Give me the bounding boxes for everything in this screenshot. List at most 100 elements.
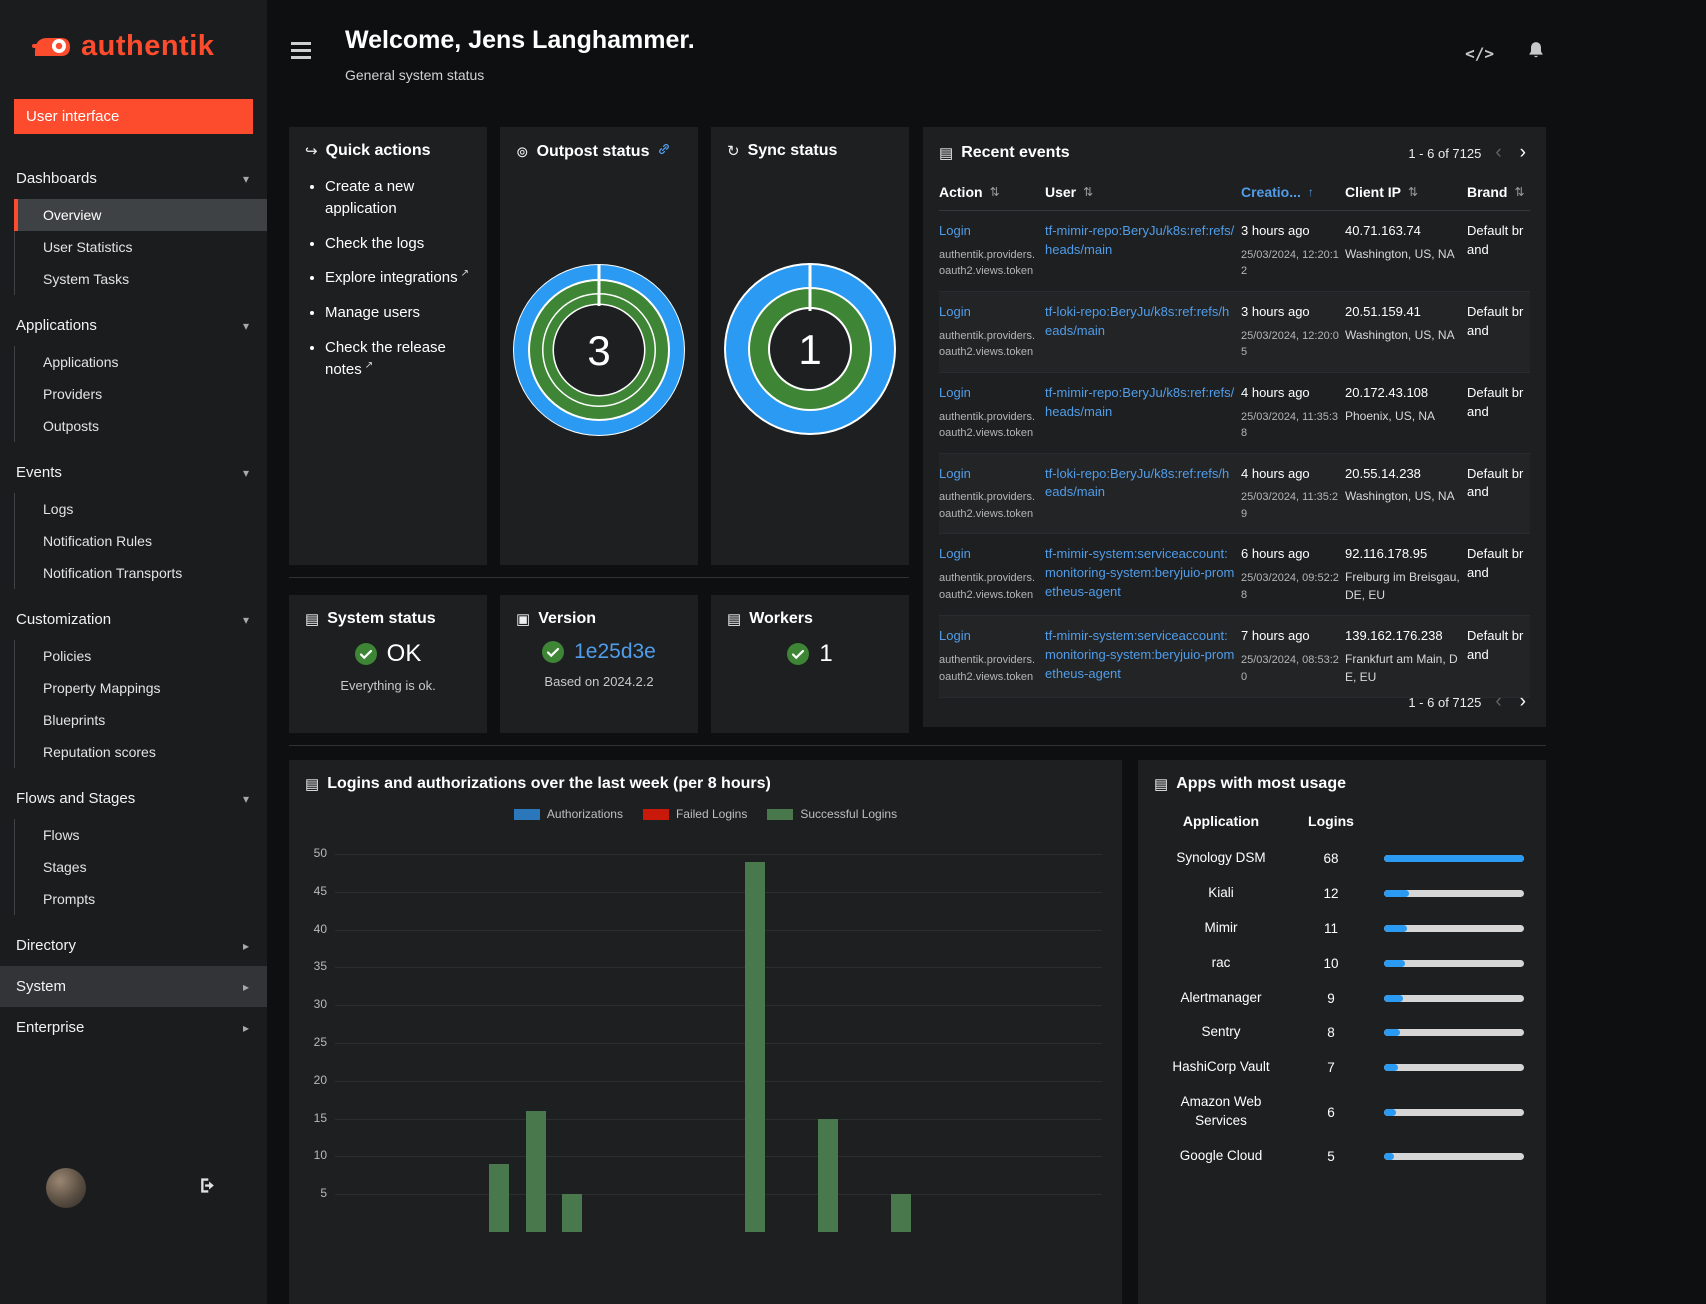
sidebar-item-providers[interactable]: Providers <box>15 378 267 410</box>
sort-icon[interactable]: ⇅ <box>1408 185 1418 199</box>
sidebar-item-blueprints[interactable]: Blueprints <box>15 704 267 736</box>
sidebar-item-overview[interactable]: Overview <box>14 199 267 231</box>
column-header-action[interactable]: Action ⇅ <box>939 184 1039 200</box>
event-action-link[interactable]: Login <box>939 303 1039 322</box>
sidebar-section-dashboards[interactable]: Dashboards ▾ <box>0 158 267 199</box>
avatar[interactable] <box>46 1168 86 1208</box>
event-time: 4 hours ago <box>1241 465 1310 481</box>
table-row[interactable]: Login authentik.providers.oauth2.views.to… <box>939 292 1530 373</box>
sidebar-section-flows-and-stages[interactable]: Flows and Stages ▾ <box>0 778 267 819</box>
quick-action-create-a-new-application[interactable]: Create a new application <box>325 176 471 220</box>
sync-donut-chart: 1 <box>711 260 909 438</box>
next-page-icon[interactable]: › <box>1516 691 1530 713</box>
api-code-icon[interactable]: </> <box>1465 44 1494 63</box>
sidebar-item-logs[interactable]: Logs <box>15 493 267 525</box>
table-row[interactable]: Login authentik.providers.oauth2.views.to… <box>939 454 1530 535</box>
event-user-link[interactable]: tf-mimir-system:serviceaccount:monitorin… <box>1045 627 1235 684</box>
chart-bar <box>818 1118 839 1232</box>
sidebar-section-system[interactable]: System ▸ <box>0 966 267 1007</box>
quick-action-manage-users[interactable]: Manage users <box>325 302 471 324</box>
event-user-link[interactable]: tf-mimir-system:serviceaccount:monitorin… <box>1045 545 1235 602</box>
section-label: Flows and Stages <box>16 790 136 807</box>
sidebar-item-flows[interactable]: Flows <box>15 819 267 851</box>
sidebar-item-outposts[interactable]: Outposts <box>15 410 267 442</box>
event-action-link[interactable]: Login <box>939 222 1039 241</box>
notifications-bell-icon[interactable] <box>1526 40 1546 66</box>
sidebar-item-stages[interactable]: Stages <box>15 851 267 883</box>
chart-icon: ▤ <box>305 776 320 793</box>
legend-swatch <box>642 808 669 820</box>
events-header-row: Action ⇅ User ⇅ Creatio... ↑ Client IP ⇅ Brand ⇅ <box>939 176 1530 211</box>
sidebar-item-applications[interactable]: Applications <box>15 346 267 378</box>
sidebar-section-events[interactable]: Events ▾ <box>0 452 267 493</box>
quick-action-check-the-logs[interactable]: Check the logs <box>325 233 471 255</box>
event-user-link[interactable]: tf-mimir-repo:BeryJu/k8s:ref:refs/heads/… <box>1045 384 1235 422</box>
usage-bar-track <box>1384 1152 1524 1160</box>
outpost-link-icon[interactable] <box>657 142 671 161</box>
sidebar-section-directory[interactable]: Directory ▸ <box>0 925 267 966</box>
column-header-creatio[interactable]: Creatio... ↑ <box>1241 184 1339 200</box>
quick-action-check-the-release-notes[interactable]: Check the release notes↗ <box>325 337 471 381</box>
event-time: 3 hours ago <box>1241 303 1310 319</box>
sort-icon[interactable]: ↑ <box>1308 185 1314 199</box>
quick-action-explore-integrations[interactable]: Explore integrations↗ <box>325 267 471 289</box>
app-name: HashiCorp Vault <box>1172 1059 1270 1075</box>
sidebar-section-applications[interactable]: Applications ▾ <box>0 305 267 346</box>
column-header-client-ip[interactable]: Client IP ⇅ <box>1345 184 1461 200</box>
event-user-cell: tf-loki-repo:BeryJu/k8s:ref:refs/heads/m… <box>1045 303 1235 361</box>
event-action-link[interactable]: Login <box>939 384 1039 403</box>
table-row[interactable]: Login authentik.providers.oauth2.views.to… <box>939 534 1530 617</box>
sort-icon[interactable]: ⇅ <box>990 185 1000 199</box>
sidebar-item-user-statistics[interactable]: User Statistics <box>15 231 267 263</box>
sort-icon[interactable]: ⇅ <box>1083 185 1093 199</box>
event-client-ip: 20.172.43.108 <box>1345 384 1429 400</box>
sort-icon[interactable]: ⇅ <box>1514 185 1524 199</box>
page-title: Welcome, Jens Langhammer. <box>345 26 695 54</box>
event-clientip-cell: 20.55.14.238 Washington, US, NA <box>1345 465 1461 523</box>
prev-page-icon[interactable]: ‹ <box>1491 691 1505 713</box>
sidebar-item-reputation-scores[interactable]: Reputation scores <box>15 736 267 768</box>
table-row[interactable]: Login authentik.providers.oauth2.views.to… <box>939 373 1530 454</box>
event-user-link[interactable]: tf-mimir-repo:BeryJu/k8s:ref:refs/heads/… <box>1045 222 1235 260</box>
next-page-icon[interactable]: › <box>1516 142 1530 164</box>
event-brand: Default brand <box>1467 303 1524 338</box>
version-value-link[interactable]: 1e25d3e <box>574 640 656 664</box>
user-interface-button[interactable]: User interface <box>14 99 253 134</box>
event-location: Phoenix, US, NA <box>1345 408 1436 423</box>
apps-column-logins[interactable]: Logins <box>1286 813 1376 829</box>
column-header-brand[interactable]: Brand ⇅ <box>1467 184 1530 200</box>
menu-toggle-icon[interactable] <box>291 38 311 63</box>
table-row[interactable]: Login authentik.providers.oauth2.views.to… <box>939 616 1530 699</box>
sidebar-item-notification-transports[interactable]: Notification Transports <box>15 557 267 589</box>
event-location: Washington, US, NA <box>1345 327 1455 342</box>
apps-usage-table: Application Logins Synology DSM 68 Kiali 12 M… <box>1156 813 1528 1174</box>
sidebar-item-notification-rules[interactable]: Notification Rules <box>15 525 267 557</box>
event-action-link[interactable]: Login <box>939 465 1039 484</box>
sidebar-item-policies[interactable]: Policies <box>15 640 267 672</box>
legend-swatch <box>513 808 540 820</box>
chevron-right-icon: ▸ <box>242 1020 249 1035</box>
apps-icon: ▤ <box>1154 776 1169 793</box>
logout-icon[interactable] <box>198 1176 217 1200</box>
table-row[interactable]: Login authentik.providers.oauth2.views.to… <box>939 211 1530 292</box>
event-action-link[interactable]: Login <box>939 545 1039 564</box>
usage-bar <box>1376 854 1528 862</box>
sidebar-section-enterprise[interactable]: Enterprise ▸ <box>0 1007 267 1048</box>
column-header-user[interactable]: User ⇅ <box>1045 184 1235 200</box>
app-name: Kiali <box>1208 884 1234 900</box>
header-actions: </> <box>1465 40 1546 66</box>
chevron-right-icon: ▸ <box>242 979 249 994</box>
sidebar-item-property-mappings[interactable]: Property Mappings <box>15 672 267 704</box>
event-user-cell: tf-mimir-repo:BeryJu/k8s:ref:refs/heads/… <box>1045 222 1235 280</box>
prev-page-icon[interactable]: ‹ <box>1491 142 1505 164</box>
event-action-link[interactable]: Login <box>939 627 1039 646</box>
event-user-link[interactable]: tf-loki-repo:BeryJu/k8s:ref:refs/heads/m… <box>1045 303 1235 341</box>
apps-column-application[interactable]: Application <box>1156 813 1286 829</box>
event-user-link[interactable]: tf-loki-repo:BeryJu/k8s:ref:refs/heads/m… <box>1045 465 1235 503</box>
section-divider <box>289 577 909 578</box>
section-label: Dashboards <box>16 170 97 187</box>
sidebar-item-prompts[interactable]: Prompts <box>15 883 267 915</box>
sidebar-section-customization[interactable]: Customization ▾ <box>0 599 267 640</box>
sidebar-item-system-tasks[interactable]: System Tasks <box>15 263 267 295</box>
usage-bar-fill <box>1384 1064 1399 1072</box>
